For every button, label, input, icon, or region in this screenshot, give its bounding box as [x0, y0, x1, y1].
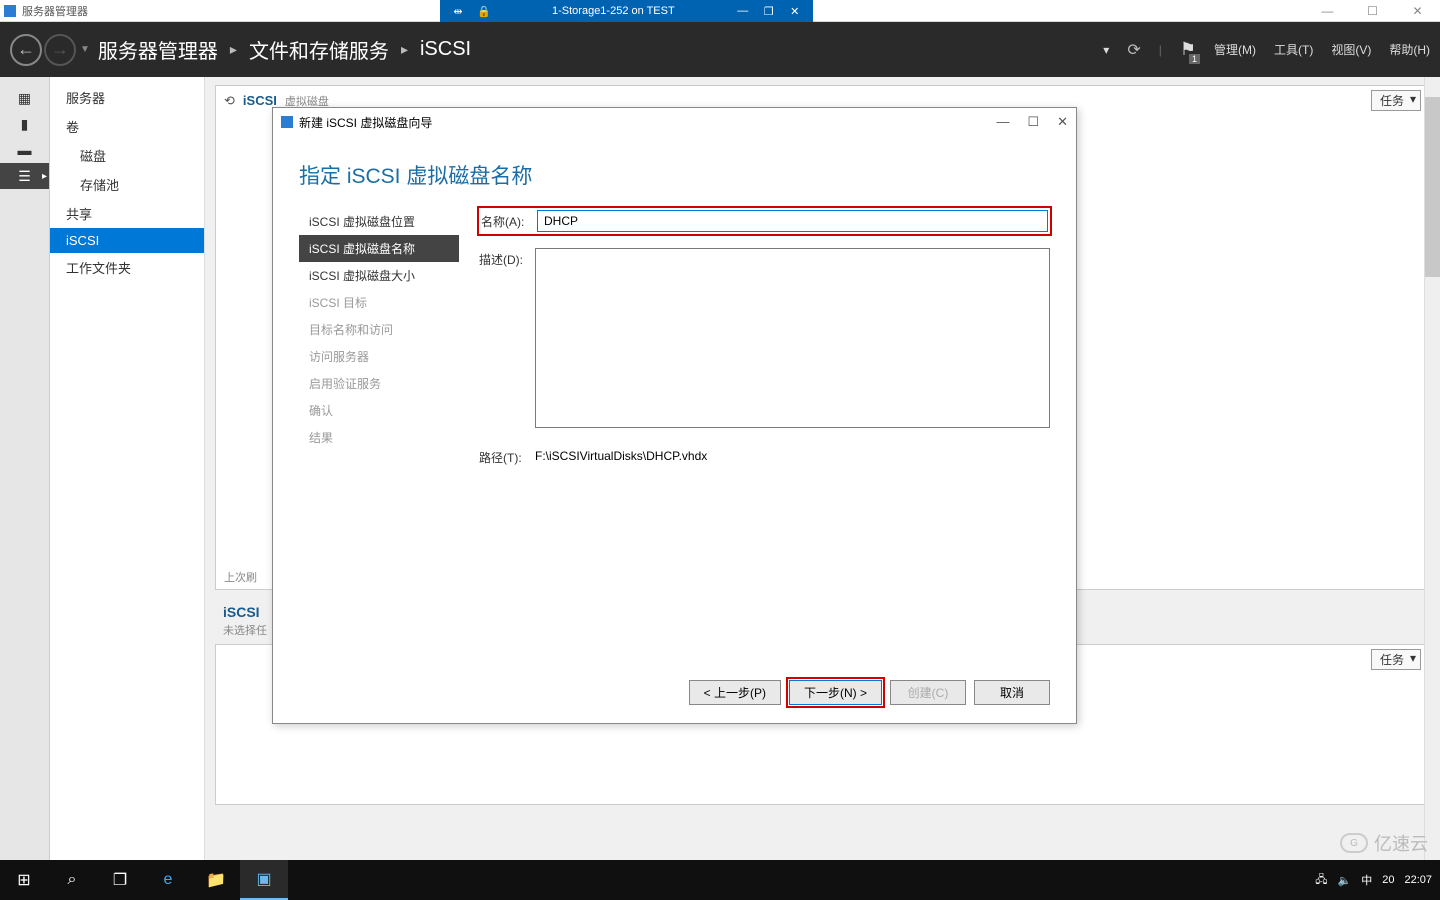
panel-title: iSCSI [243, 93, 277, 108]
search-button[interactable]: ⌕ [48, 860, 96, 900]
name-input[interactable] [537, 210, 1048, 232]
chevron-right-icon: ▸ [401, 41, 408, 58]
menu-tools[interactable]: 工具(T) [1274, 41, 1313, 58]
refresh-icon[interactable]: ⟳ [1127, 40, 1140, 60]
breadcrumb-section[interactable]: 文件和存储服务 [249, 35, 389, 64]
wizard-footer: < 上一步(P) 下一步(N) > 创建(C) 取消 [273, 666, 1076, 723]
tray-volume-icon[interactable]: 🔈 [1338, 874, 1352, 887]
wizard-step-target: iSCSI 目标 [299, 289, 459, 316]
rail-local-server-icon[interactable]: ▮ [0, 111, 49, 137]
tray-date[interactable]: 20 [1382, 874, 1394, 886]
scrollbar[interactable] [1424, 77, 1440, 860]
app-header: ← → ▼ 服务器管理器 ▸ 文件和存储服务 ▸ iSCSI ▾ ⟳ | ⚑1 … [0, 22, 1440, 77]
new-iscsi-vdisk-wizard: 新建 iSCSI 虚拟磁盘向导 — ☐ ✕ 指定 iSCSI 虚拟磁盘名称 iS… [272, 107, 1077, 724]
cancel-button[interactable]: 取消 [974, 680, 1050, 705]
menu-help[interactable]: 帮助(H) [1389, 41, 1430, 58]
app-flag-icon [4, 5, 16, 17]
sidebar-item-storage-pools[interactable]: 存储池 [50, 170, 204, 199]
wizard-minimize-button[interactable]: — [996, 114, 1009, 130]
menu-manage[interactable]: 管理(M) [1214, 41, 1256, 58]
wizard-heading: 指定 iSCSI 虚拟磁盘名称 [273, 136, 1076, 208]
ie-icon[interactable]: e [144, 860, 192, 900]
path-label: 路径(T): [479, 446, 535, 466]
sidebar-item-volumes[interactable]: 卷 [50, 112, 204, 141]
server-manager-taskbar-icon[interactable]: ▣ [240, 860, 288, 900]
name-label: 名称(A): [481, 210, 537, 230]
rail-dashboard-icon[interactable]: ▦ [0, 85, 49, 111]
wizard-step-confirm: 确认 [299, 397, 459, 424]
watermark-text: 亿速云 [1374, 830, 1428, 856]
vm-minimize-button[interactable]: — [735, 5, 751, 17]
wizard-flag-icon [281, 116, 293, 128]
sidebar-item-work-folders[interactable]: 工作文件夹 [50, 253, 204, 282]
cloud-icon: G [1340, 833, 1368, 853]
system-tray: 🖧 🔈 中 20 22:07 [1315, 871, 1440, 890]
vm-connection-bar: ⇹ 🔒 1-Storage1-252 on TEST — ❐ ✕ [440, 0, 813, 22]
vm-pin-icon[interactable]: ⇹ [450, 5, 466, 18]
description-label: 描述(D): [479, 248, 535, 268]
wizard-steps: iSCSI 虚拟磁盘位置 iSCSI 虚拟磁盘名称 iSCSI 虚拟磁盘大小 i… [299, 208, 459, 666]
wizard-maximize-button[interactable]: ☐ [1027, 114, 1039, 130]
nav-rail: ▦ ▮ ▬ ☰ [0, 77, 50, 860]
menu-view[interactable]: 视图(V) [1331, 41, 1371, 58]
wizard-step-size: iSCSI 虚拟磁盘大小 [299, 262, 459, 289]
chevron-right-icon: ▸ [230, 41, 237, 58]
outer-close-button[interactable]: ✕ [1395, 1, 1440, 21]
sidebar-item-servers[interactable]: 服务器 [50, 83, 204, 112]
rail-file-storage-icon[interactable]: ☰ [0, 163, 49, 189]
wizard-step-location[interactable]: iSCSI 虚拟磁盘位置 [299, 208, 459, 235]
wizard-step-results: 结果 [299, 424, 459, 451]
wizard-form: 名称(A): 描述(D): 路径(T): F:\iSCSIVirtualDisk… [459, 208, 1050, 666]
breadcrumb: 服务器管理器 ▸ 文件和存储服务 ▸ iSCSI [98, 35, 471, 64]
wizard-title: 新建 iSCSI 虚拟磁盘向导 [299, 114, 432, 131]
wizard-step-target-name: 目标名称和访问 [299, 316, 459, 343]
outer-minimize-button[interactable]: — [1305, 1, 1350, 21]
wizard-close-button[interactable]: ✕ [1057, 114, 1068, 130]
sidebar-item-iscsi[interactable]: iSCSI [50, 228, 204, 253]
watermark: G 亿速云 [1340, 830, 1428, 856]
rail-all-servers-icon[interactable]: ▬ [0, 137, 49, 163]
tray-ime[interactable]: 中 [1361, 872, 1372, 888]
wizard-step-name[interactable]: iSCSI 虚拟磁盘名称 [299, 235, 459, 262]
tray-network-icon[interactable]: 🖧 [1315, 871, 1327, 890]
outer-maximize-button[interactable]: ☐ [1350, 1, 1395, 21]
sidebar-item-disks[interactable]: 磁盘 [50, 141, 204, 170]
outer-window-title: 服务器管理器 [22, 3, 88, 19]
path-value: F:\iSCSIVirtualDisks\DHCP.vhdx [535, 446, 1050, 463]
previous-button[interactable]: < 上一步(P) [689, 680, 781, 705]
description-textarea[interactable] [535, 248, 1050, 428]
sidebar-item-shares[interactable]: 共享 [50, 199, 204, 228]
tasks-dropdown[interactable]: 任务 [1371, 90, 1421, 111]
wizard-step-auth: 启用验证服务 [299, 370, 459, 397]
notifications-flag-icon[interactable]: ⚑1 [1180, 39, 1196, 60]
vm-title: 1-Storage1-252 on TEST [502, 5, 725, 17]
nav-history-dropdown[interactable]: ▼ [80, 44, 90, 55]
tray-time[interactable]: 22:07 [1404, 874, 1432, 886]
wizard-step-access-servers: 访问服务器 [299, 343, 459, 370]
next-button[interactable]: 下一步(N) > [789, 680, 882, 705]
create-button: 创建(C) [890, 680, 966, 705]
taskbar: ⊞ ⌕ ❐ e 📁 ▣ 🖧 🔈 中 20 22:07 [0, 860, 1440, 900]
task-view-button[interactable]: ❐ [96, 860, 144, 900]
refresh-small-icon[interactable]: ⟲ [224, 93, 235, 109]
start-button[interactable]: ⊞ [0, 860, 48, 900]
breadcrumb-root[interactable]: 服务器管理器 [98, 35, 218, 64]
nav-back-button[interactable]: ← [10, 34, 42, 66]
vm-close-button[interactable]: ✕ [787, 5, 803, 18]
hdr-dropdown-icon[interactable]: ▾ [1103, 43, 1109, 57]
sidebar: 服务器 卷 磁盘 存储池 共享 iSCSI 工作文件夹 [50, 77, 205, 860]
explorer-icon[interactable]: 📁 [192, 860, 240, 900]
breadcrumb-leaf[interactable]: iSCSI [420, 38, 471, 61]
vm-maximize-button[interactable]: ❐ [761, 5, 777, 18]
tasks-dropdown-2[interactable]: 任务 [1371, 649, 1421, 670]
wizard-titlebar: 新建 iSCSI 虚拟磁盘向导 — ☐ ✕ [273, 108, 1076, 136]
nav-forward-button: → [44, 34, 76, 66]
vm-lock-icon[interactable]: 🔒 [476, 5, 492, 18]
